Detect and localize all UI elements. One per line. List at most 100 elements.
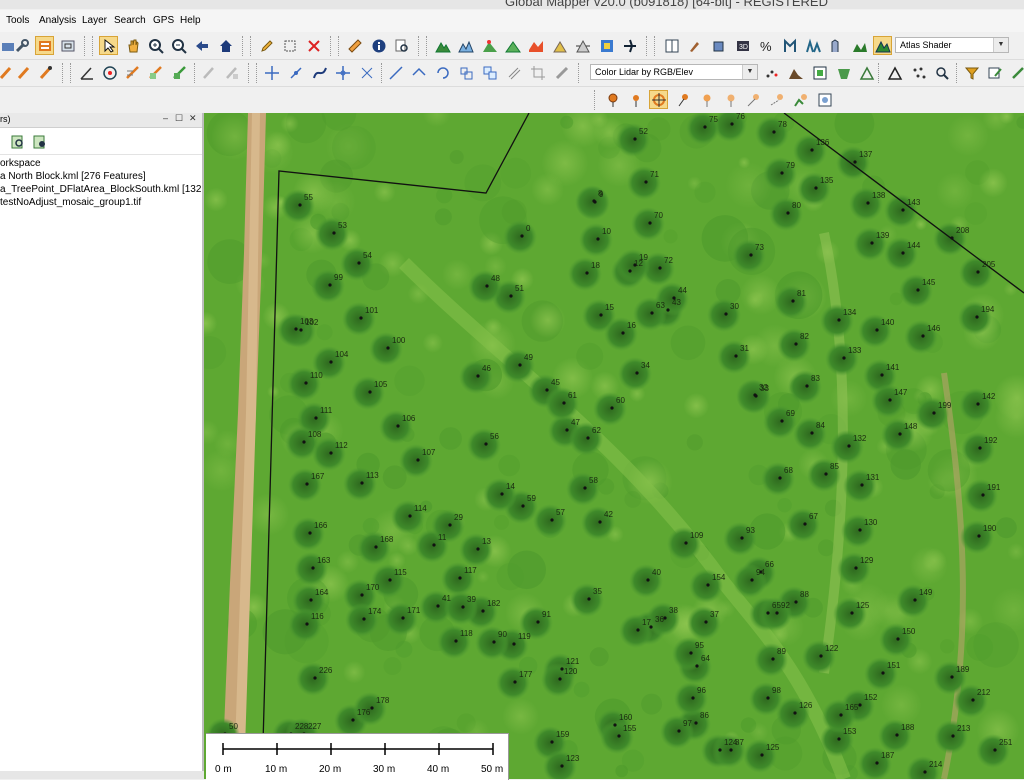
aircraft-icon[interactable] <box>620 36 639 55</box>
layer-item-mosaic[interactable]: testNoAdjust_mosaic_group1.tif <box>0 196 202 209</box>
home-icon[interactable] <box>216 36 235 55</box>
3d-view-icon[interactable]: 3D <box>733 36 752 55</box>
menu-search[interactable]: Search <box>114 15 146 26</box>
view-shed-icon[interactable] <box>480 36 499 55</box>
split-view-icon[interactable] <box>662 36 681 55</box>
shader-palette-icon[interactable] <box>597 36 616 55</box>
filter-icon[interactable] <box>962 63 981 82</box>
edit-area-icon[interactable] <box>170 63 189 82</box>
reshape-icon[interactable] <box>199 63 218 82</box>
measure-angle-icon[interactable] <box>77 63 96 82</box>
lidar-terrain-icon[interactable] <box>786 63 805 82</box>
layer-item-tree-points[interactable]: a_TreePoint_DFlatArea_BlockSouth.kml [13… <box>0 183 202 196</box>
move-vertex-icon[interactable] <box>262 63 281 82</box>
map-view[interactable]: 76 78 136 137 135 138 143 139 144 208 205 145 146 194… <box>204 113 1024 779</box>
screen-capture-icon[interactable] <box>815 90 834 109</box>
lidar-classify-icon[interactable] <box>803 36 822 55</box>
pin-route-icon[interactable] <box>767 90 786 109</box>
minimize-icon[interactable]: – <box>163 113 168 123</box>
shader-select[interactable]: Atlas Shader ▼ <box>895 37 1009 53</box>
close-icon[interactable]: ✕ <box>189 113 197 124</box>
maximize-icon[interactable]: ☐ <box>175 113 183 124</box>
lidar-grid-icon[interactable] <box>810 63 829 82</box>
tree-point-label: 122 <box>825 644 839 653</box>
pin-tilt-icon[interactable] <box>673 90 692 109</box>
wrench-icon[interactable] <box>12 36 31 55</box>
orthomosaic-map[interactable]: 7678136137135138143139144208205145146194… <box>204 113 1024 779</box>
pan-hand-icon[interactable] <box>123 36 142 55</box>
pin-area-icon[interactable] <box>791 90 810 109</box>
lidar-ground-icon[interactable] <box>850 36 869 55</box>
lidar-filter-icon[interactable] <box>827 36 846 55</box>
lidar-points-icon[interactable] <box>762 63 781 82</box>
watershed-icon[interactable] <box>526 36 545 55</box>
delete-x-icon[interactable] <box>304 36 323 55</box>
split-icon[interactable] <box>222 63 241 82</box>
tree-point-marker <box>520 234 524 238</box>
range-ring-icon[interactable] <box>100 63 119 82</box>
point-search-icon[interactable] <box>932 63 951 82</box>
pin-add-icon[interactable] <box>721 90 740 109</box>
menu-tools[interactable]: Tools <box>6 15 29 26</box>
vegetation-patch <box>909 546 948 585</box>
menu-help[interactable]: Help <box>180 15 201 26</box>
ruler-icon[interactable] <box>552 63 571 82</box>
digitize-area-icon[interactable] <box>146 63 165 82</box>
scale-feature-icon[interactable] <box>456 63 475 82</box>
rotate-feature-icon[interactable] <box>433 63 452 82</box>
measure-ruler-icon[interactable] <box>345 36 364 55</box>
layer-item-north-block[interactable]: a North Block.kml [276 Features] <box>0 170 202 183</box>
digitizer-select-icon[interactable] <box>99 36 118 55</box>
info-icon[interactable] <box>369 36 388 55</box>
edit-cube-icon[interactable] <box>709 36 728 55</box>
menu-layer[interactable]: Layer <box>82 15 107 26</box>
menu-analysis[interactable]: Analysis <box>39 15 76 26</box>
layer-item-workspace[interactable]: orkspace <box>0 157 202 170</box>
zoom-out-icon[interactable] <box>169 36 188 55</box>
grid-draw-icon[interactable] <box>123 63 142 82</box>
lidar-surface-icon[interactable] <box>834 63 853 82</box>
copy-feature-icon[interactable] <box>480 63 499 82</box>
target-crosshair-icon[interactable] <box>649 90 668 109</box>
search-features-icon[interactable] <box>392 36 411 55</box>
lidar-color-select[interactable]: Color Lidar by RGB/Elev ▼ <box>590 64 758 80</box>
offset-icon[interactable] <box>504 63 523 82</box>
volume-icon[interactable] <box>550 36 569 55</box>
draw-line-icon[interactable] <box>14 63 33 82</box>
pin-line-icon[interactable] <box>744 90 763 109</box>
edit-attributes-icon[interactable] <box>985 63 1004 82</box>
scatter-points-icon[interactable] <box>909 63 928 82</box>
pencil-icon[interactable] <box>257 36 276 55</box>
contour-icon[interactable] <box>503 36 522 55</box>
terrain-analysis-icon[interactable] <box>433 36 452 55</box>
insert-vertex-icon[interactable] <box>286 63 305 82</box>
place-pin-icon[interactable] <box>603 90 622 109</box>
line-tool-icon[interactable] <box>386 63 405 82</box>
pin-icon[interactable] <box>697 90 716 109</box>
crop-icon[interactable] <box>528 63 547 82</box>
pencil-line-icon[interactable] <box>0 63 15 82</box>
select-rectangle-icon[interactable] <box>280 36 299 55</box>
triangle-icon[interactable] <box>885 63 904 82</box>
layer-visibility-icon[interactable] <box>30 132 49 151</box>
pin-point-icon[interactable] <box>626 90 645 109</box>
shader-toggle-icon[interactable] <box>873 36 892 55</box>
lidar-draw-icon[interactable] <box>1008 63 1024 82</box>
percent-icon[interactable]: % <box>756 36 775 55</box>
cut-fill-icon[interactable] <box>573 36 592 55</box>
menu-gps[interactable]: GPS <box>153 15 174 26</box>
brush-icon[interactable] <box>685 36 704 55</box>
zoom-in-icon[interactable] <box>146 36 165 55</box>
back-arrow-icon[interactable] <box>192 36 211 55</box>
move-feature-icon[interactable] <box>333 63 352 82</box>
zoom-to-layer-icon[interactable] <box>8 132 27 151</box>
join-lines-icon[interactable] <box>409 63 428 82</box>
lidar-mesh-icon[interactable] <box>857 63 876 82</box>
path-profile-icon[interactable] <box>780 36 799 55</box>
elevation-profile-icon[interactable] <box>456 36 475 55</box>
draw-polyline-icon[interactable] <box>36 63 55 82</box>
smooth-line-icon[interactable] <box>310 63 329 82</box>
overview-map-icon[interactable] <box>58 36 77 55</box>
snap-icon[interactable] <box>357 63 376 82</box>
layer-manager-icon[interactable] <box>35 36 54 55</box>
